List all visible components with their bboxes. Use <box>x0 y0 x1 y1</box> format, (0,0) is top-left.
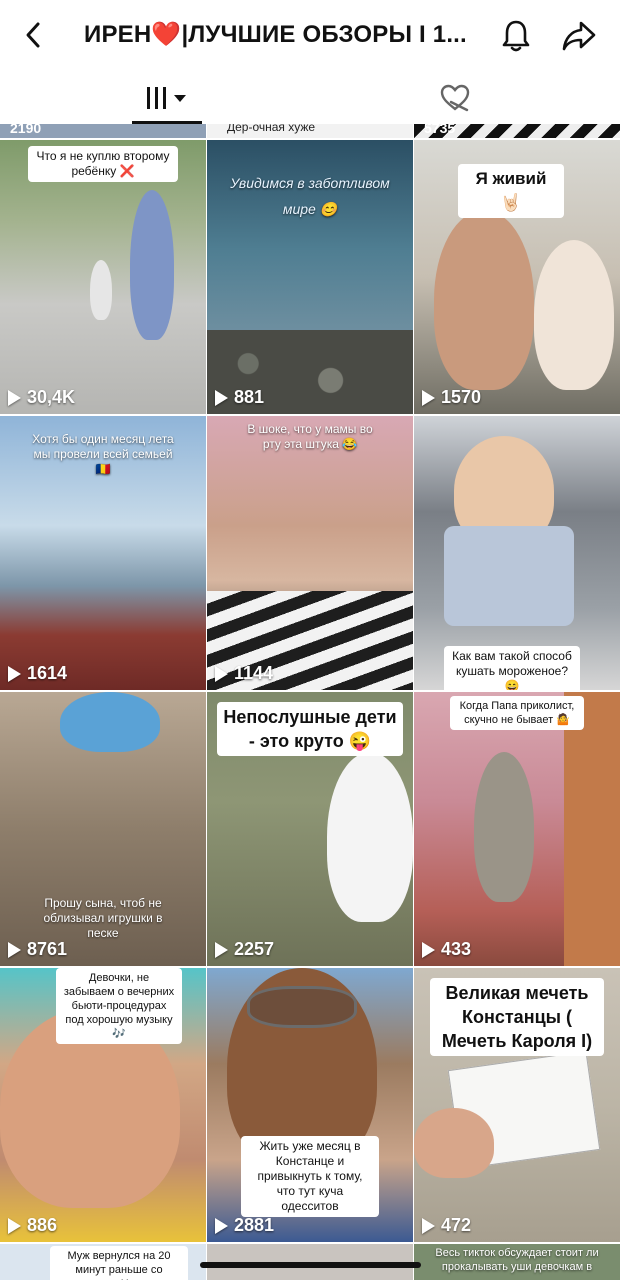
video-tile[interactable]: Я живий 🤘🏻 1570 <box>414 140 620 414</box>
tab-liked[interactable] <box>420 72 490 124</box>
page-title: ИРЕН❤️|ЛУЧШИЕ ОБЗОРЫ I 1... <box>84 21 467 48</box>
thumbnail-figure <box>130 190 174 340</box>
liked-hidden-icon <box>440 84 470 112</box>
play-icon <box>215 665 228 682</box>
thumbnail-figure <box>90 260 112 320</box>
video-caption: Увидимся в заботливом мире 😊 <box>230 175 390 217</box>
video-tile[interactable]: Увидимся в заботливом мире 😊 881 <box>207 140 413 414</box>
partial-video-tile[interactable]: Весь тикток обсуждает стоит ли прокалыва… <box>414 1244 620 1280</box>
play-icon <box>422 941 435 958</box>
view-count: 886 <box>8 1215 57 1236</box>
chevron-left-icon <box>26 22 40 48</box>
video-caption: Что я не куплю второму ребёнку ❌ <box>28 146 178 182</box>
video-tile[interactable]: Великая мечеть Констанцы ( Мечеть Кароля… <box>414 968 620 1242</box>
video-caption: Дер-очная хуже <box>227 124 316 134</box>
notification-button[interactable] <box>496 16 536 56</box>
door-shape <box>564 692 620 966</box>
play-icon <box>8 665 21 682</box>
video-tile[interactable]: Непослушные дети - это круто 😜 2257 <box>207 692 413 966</box>
share-button[interactable] <box>558 16 600 56</box>
play-icon <box>422 1217 435 1234</box>
view-count: 433 <box>422 939 471 960</box>
grid-icon <box>147 87 186 109</box>
play-icon <box>8 1217 21 1234</box>
thumbnail-figure <box>444 526 574 626</box>
play-icon <box>422 389 435 406</box>
video-caption: Муж вернулся на 20 минут раньше со слова… <box>50 1246 188 1280</box>
thumbnail-figure <box>60 692 160 752</box>
view-count: 881 <box>215 387 264 408</box>
video-caption: Девочки, не забываем о вечерних бьюти-пр… <box>56 968 182 1044</box>
thumbnail-figure <box>474 752 534 902</box>
video-tile[interactable]: Жить уже месяц в Констанце и привыкнуть … <box>207 968 413 1242</box>
play-icon <box>8 941 21 958</box>
video-caption: В шоке, что у мамы во рту эта штука 😂 <box>247 422 373 451</box>
partial-video-tile[interactable]: Дер-очная хуже <box>207 124 413 138</box>
video-caption: Великая мечеть Констанцы ( Мечеть Кароля… <box>430 978 604 1056</box>
play-icon <box>215 1217 228 1234</box>
thumbnail-figure <box>414 1108 494 1178</box>
video-tile[interactable]: Что я не куплю второму ребёнку ❌ 30,4K <box>0 140 206 414</box>
view-count: 5735 <box>424 124 456 136</box>
partial-video-tile[interactable]: 2190 <box>0 124 206 138</box>
partial-video-tile[interactable]: Муж вернулся на 20 минут раньше со слова… <box>0 1244 206 1280</box>
view-count: 472 <box>422 1215 471 1236</box>
back-button[interactable] <box>16 18 50 52</box>
view-count: 8761 <box>8 939 67 960</box>
video-caption: Как вам такой способ кушать мороженое? 😄 <box>444 646 580 690</box>
video-caption: Весь тикток обсуждает стоит ли прокалыва… <box>435 1247 599 1273</box>
video-tile[interactable]: Прошу сына, чтоб не облизывал игрушки в … <box>0 692 206 966</box>
video-caption: Когда Папа приколист, скучно не бывает 🤷 <box>450 696 584 730</box>
play-icon <box>8 389 21 406</box>
home-indicator[interactable] <box>200 1262 421 1268</box>
view-count: 30,4K <box>8 387 75 408</box>
play-icon <box>215 941 228 958</box>
video-caption: Я живий 🤘🏻 <box>458 164 564 218</box>
video-tile[interactable]: В шоке, что у мамы во рту эта штука 😂 11… <box>207 416 413 690</box>
video-caption: Хотя бы один месяц лета мы провели всей … <box>32 432 174 476</box>
view-count: 1144 <box>215 663 273 684</box>
video-grid: 2190 Дер-очная хуже 5735 Что я не куплю … <box>0 124 621 1280</box>
view-count: 2190 <box>10 124 42 136</box>
sunglasses-shape <box>247 986 357 1028</box>
view-count: 2881 <box>215 1215 274 1236</box>
view-count: 1614 <box>8 663 67 684</box>
play-icon <box>215 389 228 406</box>
video-caption: Прошу сына, чтоб не облизывал игрушки в … <box>43 896 163 940</box>
video-tile[interactable]: Хотя бы один месяц лета мы провели всей … <box>0 416 206 690</box>
bell-icon <box>502 20 530 52</box>
partial-video-tile[interactable]: 5735 <box>414 124 620 138</box>
view-count: 2257 <box>215 939 274 960</box>
video-tile[interactable]: Девочки, не забываем о вечерних бьюти-пр… <box>0 968 206 1242</box>
view-count: 1570 <box>422 387 481 408</box>
thumbnail-figure <box>534 240 614 390</box>
video-caption: Жить уже месяц в Констанце и привыкнуть … <box>241 1136 379 1217</box>
profile-header: ИРЕН❤️|ЛУЧШИЕ ОБЗОРЫ I 1... <box>0 0 621 72</box>
profile-tabs <box>0 72 621 124</box>
thumbnail-figure <box>327 752 413 922</box>
video-tile[interactable]: Когда Папа приколист, скучно не бывает 🤷… <box>414 692 620 966</box>
video-tile[interactable]: Как вам такой способ кушать мороженое? 😄 <box>414 416 620 690</box>
video-caption: Непослушные дети - это круто 😜 <box>217 702 403 756</box>
share-arrow-icon <box>562 21 596 51</box>
tab-videos[interactable] <box>132 72 202 124</box>
thumbnail-figure <box>434 210 534 390</box>
